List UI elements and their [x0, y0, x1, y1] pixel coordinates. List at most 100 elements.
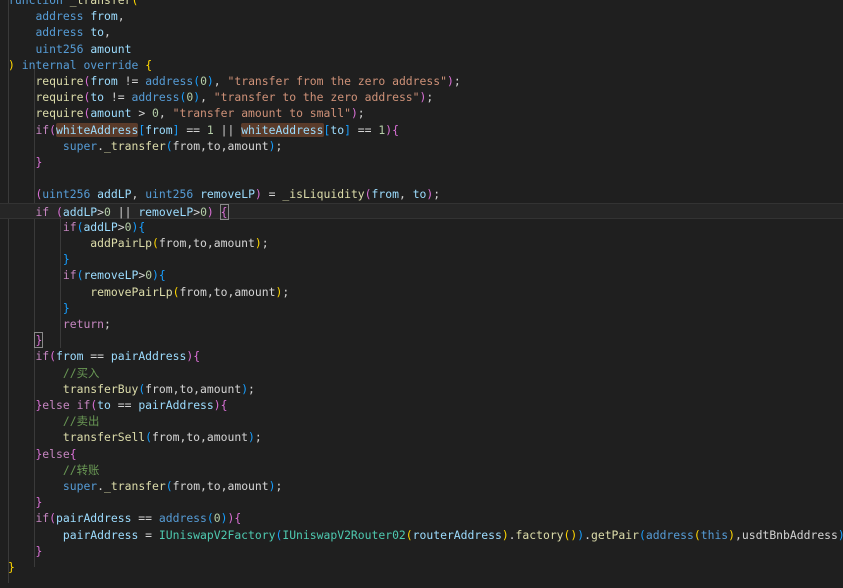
- code-token: (: [165, 138, 173, 153]
- code-token: ): [838, 528, 843, 542]
- code-token: (: [56, 204, 63, 219]
- code-token: ;: [426, 90, 434, 105]
- code-line[interactable]: transferSell(from,to,amount);: [0, 429, 843, 445]
- code-token: }: [62, 252, 70, 267]
- code-line[interactable]: address from,: [0, 8, 843, 24]
- code-line[interactable]: }: [0, 300, 843, 316]
- code-token: internal: [21, 57, 77, 72]
- code-line[interactable]: transferBuy(from,to,amount);: [0, 381, 843, 397]
- code-token: (: [165, 479, 173, 493]
- code-line[interactable]: return;: [0, 316, 843, 332]
- code-token: from,to,amount: [172, 138, 269, 153]
- code-token: {: [138, 219, 146, 234]
- code-token: ,: [131, 187, 146, 202]
- code-line[interactable]: //买入: [0, 365, 843, 381]
- code-token: 0: [104, 204, 111, 219]
- code-token: ;: [261, 236, 269, 250]
- code-token: !=: [117, 74, 146, 88]
- code-line[interactable]: if(whiteAddress[from] == 1 || whiteAddre…: [0, 122, 843, 138]
- code-line[interactable]: require(to != address(0), "transfer to t…: [0, 89, 843, 105]
- code-line[interactable]: ) internal override {: [0, 57, 843, 73]
- code-token: {: [158, 268, 166, 283]
- code-token: if: [35, 122, 50, 137]
- code-token: 0: [152, 106, 159, 121]
- code-token: ==: [350, 122, 379, 137]
- code-token: {: [234, 511, 242, 526]
- code-token: amount: [90, 106, 132, 121]
- code-token: require: [35, 90, 84, 105]
- code-line[interactable]: super._transfer(from,to,amount);: [0, 138, 843, 154]
- code-token: //卖出: [62, 414, 100, 429]
- code-token: this: [700, 527, 729, 542]
- code-token: if: [62, 219, 77, 234]
- code-token: addLP: [97, 187, 132, 202]
- code-token: (: [693, 527, 701, 542]
- code-line[interactable]: }: [0, 332, 843, 349]
- code-line[interactable]: }: [0, 494, 843, 510]
- code-token: 1: [206, 122, 214, 137]
- code-token: IUniswapV2Factory: [158, 527, 276, 542]
- code-line[interactable]: removePairLp(from,to,amount);: [0, 284, 843, 300]
- code-line[interactable]: function _transfer(: [0, 0, 843, 8]
- code-line[interactable]: addPairLp(from,to,amount);: [0, 235, 843, 251]
- code-token: from: [371, 187, 399, 202]
- code-token: ;: [248, 381, 255, 396]
- code-token: require: [35, 74, 84, 88]
- code-line[interactable]: }: [0, 251, 843, 267]
- code-line[interactable]: if (addLP>0 || removeLP>0) {: [0, 202, 843, 220]
- code-token: ||: [213, 122, 242, 137]
- code-token: (: [152, 236, 159, 250]
- code-line[interactable]: pairAddress = IUniswapV2Factory(IUniswap…: [0, 527, 843, 543]
- code-line[interactable]: require(from != address(0), "transfer fr…: [0, 73, 843, 89]
- code-line[interactable]: }: [0, 559, 843, 575]
- code-token: ): [268, 138, 276, 153]
- code-token: ;: [275, 479, 283, 493]
- code-token: ;: [357, 106, 365, 121]
- code-line[interactable]: }else{: [0, 446, 843, 462]
- code-token: addLP: [83, 219, 118, 234]
- code-token: "transfer from the zero address": [227, 74, 447, 88]
- code-line[interactable]: if(removeLP>0){: [0, 267, 843, 283]
- code-line[interactable]: (uint256 addLP, uint256 removeLP) = _isL…: [0, 186, 843, 202]
- code-line[interactable]: //卖出: [0, 413, 843, 429]
- code-line[interactable]: }: [0, 543, 843, 559]
- code-token: >: [117, 219, 125, 234]
- code-token: removeLP: [83, 268, 139, 283]
- code-token: if: [35, 349, 50, 364]
- code-token: if: [35, 511, 50, 526]
- code-line[interactable]: require(amount > 0, "transfer amount to …: [0, 105, 843, 121]
- code-line[interactable]: }: [0, 154, 843, 170]
- code-line[interactable]: if(addLP>0){: [0, 219, 843, 235]
- code-line[interactable]: }else if(to == pairAddress){: [0, 397, 843, 413]
- code-line[interactable]: if(pairAddress == address(0)){: [0, 510, 843, 526]
- code-token: if: [62, 268, 77, 283]
- code-line[interactable]: address to,: [0, 24, 843, 40]
- code-token: ;: [453, 74, 461, 88]
- code-editor[interactable]: function _transfer( address from, addres…: [0, 0, 843, 588]
- code-line[interactable]: [0, 170, 843, 186]
- code-token: super: [62, 138, 98, 153]
- code-line[interactable]: if(from == pairAddress){: [0, 348, 843, 364]
- code-token: (: [405, 527, 413, 542]
- code-line[interactable]: uint256 amount: [0, 41, 843, 57]
- code-line[interactable]: //转账: [0, 462, 843, 478]
- code-token: }: [35, 543, 43, 558]
- code-line[interactable]: super._transfer(from,to,amount);: [0, 478, 843, 494]
- code-token: ): [8, 57, 15, 72]
- code-token: to: [90, 25, 105, 40]
- code-token: address: [645, 527, 694, 542]
- code-token: (: [145, 430, 153, 445]
- code-token: _transfer: [104, 138, 166, 153]
